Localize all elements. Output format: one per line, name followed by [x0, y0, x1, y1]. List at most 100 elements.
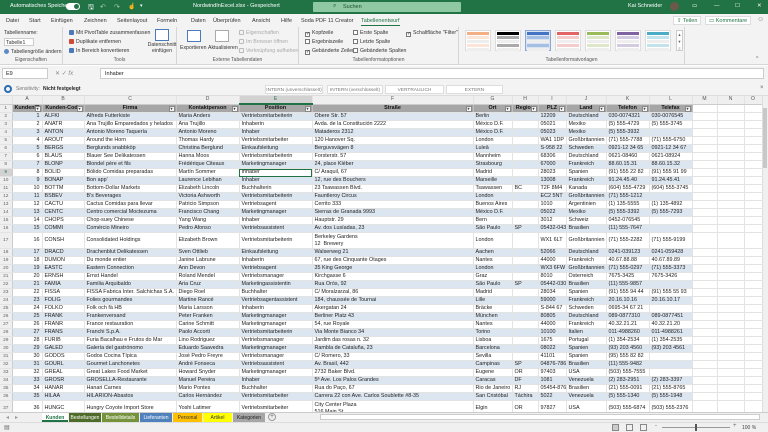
table-cell[interactable]: HANAR [42, 384, 85, 393]
page-break-view-icon[interactable] [640, 424, 647, 431]
table-cell[interactable]: (11) 555-9482 [606, 360, 650, 369]
table-cell[interactable]: Drachenblut Delikatessen [84, 248, 177, 257]
filter-dropdown-icon[interactable]: ▾ [530, 105, 537, 112]
table-cell[interactable]: (93) 203 4561 [649, 344, 693, 353]
table-cell[interactable]: Frankreich [566, 160, 607, 169]
empty-cell[interactable] [692, 184, 718, 193]
table-cell[interactable]: 40.32.21.21 [606, 320, 650, 329]
table-cell[interactable]: (71) 555-9199 [649, 232, 693, 249]
table-cell[interactable]: Hanna Moos [176, 152, 240, 161]
table-cell[interactable]: Elgin [473, 400, 513, 412]
page-layout-view-icon[interactable] [626, 424, 633, 431]
table-style-swatch[interactable] [585, 30, 611, 51]
table-cell[interactable]: 2732 Baker Blvd. [312, 368, 474, 377]
table-cell[interactable]: 08022 [538, 344, 567, 353]
row-header[interactable]: 24 [0, 296, 13, 305]
empty-cell[interactable] [717, 176, 745, 185]
empty-cell[interactable] [692, 168, 718, 177]
empty-cell[interactable] [717, 312, 745, 321]
table-cell[interactable]: Kanada [566, 184, 607, 193]
table-cell[interactable]: 7675-3425 [606, 272, 650, 281]
table-cell[interactable] [649, 352, 693, 361]
table-cell[interactable]: Fauntleroy Circus [312, 192, 474, 201]
empty-cell[interactable] [717, 256, 745, 265]
empty-cell[interactable] [744, 200, 762, 209]
table-cell[interactable]: C/ Araquil, 67 [312, 168, 474, 177]
empty-cell[interactable] [692, 368, 718, 377]
table-cell[interactable]: 68306 [538, 152, 567, 161]
table-cell[interactable] [512, 344, 539, 353]
redo-icon[interactable]: ↷ [114, 3, 120, 11]
table-cell[interactable] [512, 288, 539, 297]
macro-record-icon[interactable]: ▤ [4, 424, 10, 431]
table-cell[interactable]: 25 [12, 312, 43, 321]
table-cell[interactable]: Francisco Chang [176, 208, 240, 217]
tab-tabellenentwurf[interactable]: Tabellenentwurf [361, 18, 400, 26]
table-cell[interactable]: 16 [12, 232, 43, 249]
table-cell[interactable]: (1) 135-4892 [649, 200, 693, 209]
filter-dropdown-icon[interactable]: ▾ [76, 105, 83, 112]
empty-cell[interactable] [744, 392, 762, 401]
table-cell[interactable]: FOLKO [42, 304, 85, 313]
close-button[interactable]: ✕ [757, 3, 762, 9]
insert-slicer-button[interactable]: Datenschnitt einfügen [147, 42, 177, 54]
row-header[interactable]: 7 [0, 152, 13, 161]
table-cell[interactable]: Vertriebsagent [239, 200, 313, 209]
table-cell[interactable]: Táchira [512, 392, 539, 401]
empty-cell[interactable] [744, 344, 762, 353]
table-cell[interactable]: Tsawassen [473, 184, 513, 193]
table-cell[interactable]: André Fonseca [176, 360, 240, 369]
save-icon[interactable]: 🖫 [88, 3, 94, 14]
table-cell[interactable]: Inhaber [239, 168, 313, 177]
row-header[interactable]: 35 [0, 384, 13, 393]
table-cell[interactable]: Torino [473, 328, 513, 337]
resize-table-button[interactable]: Tabellengröße ändern [4, 49, 61, 55]
table-cell[interactable]: Gourmet Lanchonetes [84, 360, 177, 369]
table-header-cell[interactable]: Straße ▾ [312, 104, 474, 113]
table-cell[interactable] [649, 192, 693, 201]
column-header-j[interactable]: J [566, 96, 607, 105]
row-header[interactable]: 26 [0, 312, 13, 321]
table-cell[interactable]: Vertriebsmitarbeiter [239, 136, 313, 145]
table-cell[interactable]: 11 [12, 192, 43, 201]
table-cell[interactable]: London [473, 136, 513, 145]
row-header[interactable]: 20 [0, 264, 13, 273]
table-cell[interactable]: 44000 [538, 256, 567, 265]
convert-to-range-button[interactable]: In Bereich konvertieren [69, 48, 129, 54]
empty-cell[interactable] [744, 384, 762, 393]
empty-cell[interactable] [717, 328, 745, 337]
empty-cell[interactable] [692, 296, 718, 305]
fx-icon[interactable]: fx [68, 71, 73, 77]
table-cell[interactable]: Frankreich [566, 296, 607, 305]
empty-cell[interactable] [717, 144, 745, 153]
table-cell[interactable]: Italien [566, 328, 607, 337]
empty-cell[interactable] [744, 144, 762, 153]
table-cell[interactable]: 33 [12, 376, 43, 385]
table-header-cell[interactable]: KundenID ▾ [12, 104, 43, 113]
empty-cell[interactable] [717, 368, 745, 377]
empty-cell[interactable] [717, 104, 745, 113]
table-cell[interactable]: 17 [12, 248, 43, 257]
table-cell[interactable]: Sierras de Granada 9993 [312, 208, 474, 217]
table-cell[interactable]: 6 [12, 152, 43, 161]
empty-cell[interactable] [717, 216, 745, 225]
empty-cell[interactable] [717, 264, 745, 273]
table-cell[interactable] [512, 304, 539, 313]
row-header[interactable]: 13 [0, 200, 13, 209]
table-cell[interactable]: 21 [12, 280, 43, 289]
table-cell[interactable]: Eugene [473, 368, 513, 377]
table-cell[interactable]: Galería del gastrónomo [84, 344, 177, 353]
open-browser-button[interactable]: Im Browser öffnen [239, 39, 288, 45]
empty-cell[interactable] [744, 152, 762, 161]
empty-cell[interactable] [692, 112, 718, 121]
empty-cell[interactable] [692, 288, 718, 297]
formula-input[interactable]: Inhaber [100, 68, 764, 79]
column-header-b[interactable]: B [42, 96, 85, 105]
table-cell[interactable]: Frankenversand [84, 312, 177, 321]
table-cell[interactable]: Jardim das rosas n. 32 [312, 336, 474, 345]
table-cell[interactable]: Barcelona [473, 344, 513, 353]
table-header-cell[interactable]: Telefon ▾ [606, 104, 650, 113]
maximize-button[interactable]: ☐ [735, 3, 740, 9]
table-cell[interactable]: (21) 555-0091 [606, 384, 650, 393]
row-header[interactable]: 17 [0, 232, 13, 249]
